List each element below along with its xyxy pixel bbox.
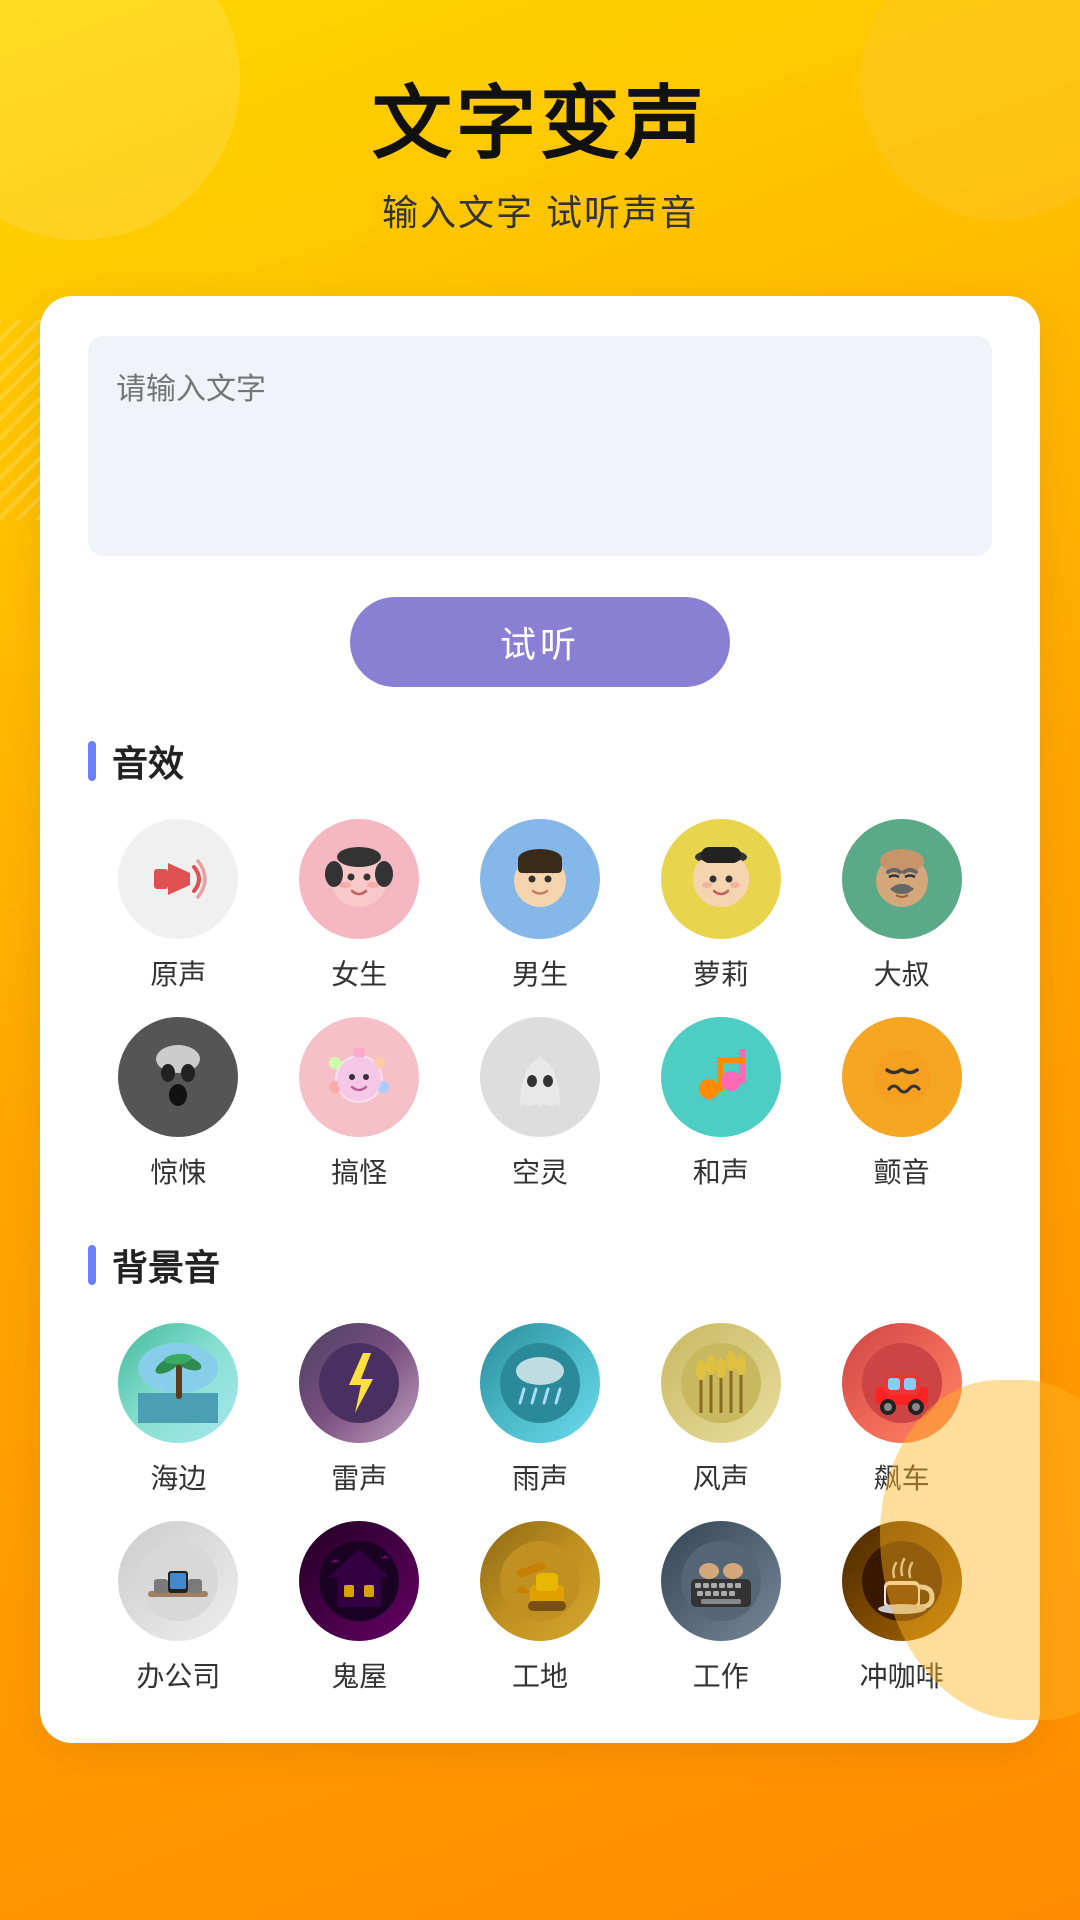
effect-label-gaogui: 搞怪 [331, 1151, 387, 1191]
effect-item-moli[interactable]: 萝莉 [630, 819, 811, 993]
bg-icon-piaoche [842, 1323, 962, 1443]
effect-item-yuansheng[interactable]: 原声 [88, 819, 269, 993]
effect-icon-nansheng [480, 819, 600, 939]
bg-icon-bangongs [118, 1521, 238, 1641]
effect-icon-hesheng [661, 1017, 781, 1137]
effect-icon-kongling [480, 1017, 600, 1137]
bg-label-fengs: 风声 [693, 1457, 749, 1497]
text-input[interactable] [88, 336, 992, 556]
bg-icon-gongdi [480, 1521, 600, 1641]
bg-icon-yus [480, 1323, 600, 1443]
bg-icon-kafei [842, 1521, 962, 1641]
bg-item-leis[interactable]: 雷声 [269, 1323, 450, 1497]
effect-icon-chanyin [842, 1017, 962, 1137]
effect-label-nusheng: 女生 [331, 953, 387, 993]
bg-label-yus: 雨声 [512, 1457, 568, 1497]
effect-item-kongling[interactable]: 空灵 [450, 1017, 631, 1191]
bg-section-title-bar [88, 1245, 96, 1285]
main-card: 试听 音效 原声 [40, 296, 1040, 1743]
effect-label-hesheng: 和声 [693, 1151, 749, 1191]
bg-item-yus[interactable]: 雨声 [450, 1323, 631, 1497]
bg-label-leis: 雷声 [331, 1457, 387, 1497]
bg-label-piaoche: 飙车 [874, 1457, 930, 1497]
page-title: 文字变声 [40, 80, 1040, 168]
effect-label-chanyin: 颤音 [874, 1151, 930, 1191]
bg-item-bangongs[interactable]: 办公司 [88, 1521, 269, 1695]
listen-button[interactable]: 试听 [350, 597, 730, 687]
bg-item-haibo[interactable]: 海边 [88, 1323, 269, 1497]
page-subtitle: 输入文字 试听声音 [40, 184, 1040, 236]
bg-label-guiwu: 鬼屋 [331, 1655, 387, 1695]
effect-item-gaogui[interactable]: 搞怪 [269, 1017, 450, 1191]
bg-label-gongzuo: 工作 [693, 1655, 749, 1695]
effect-item-chanyin[interactable]: 颤音 [811, 1017, 992, 1191]
effect-icon-dashu [842, 819, 962, 939]
bg-icon-fengs [661, 1323, 781, 1443]
effect-icon-jingsu [118, 1017, 238, 1137]
effect-item-dashu[interactable]: 大叔 [811, 819, 992, 993]
effect-item-nansheng[interactable]: 男生 [450, 819, 631, 993]
effect-label-yuansheng: 原声 [150, 953, 206, 993]
section-title-bar [88, 741, 96, 781]
effect-label-kongling: 空灵 [512, 1151, 568, 1191]
bg-item-gongzuo[interactable]: 工作 [630, 1521, 811, 1695]
bg-item-gongdi[interactable]: 工地 [450, 1521, 631, 1695]
effect-item-jingsu[interactable]: 惊悚 [88, 1017, 269, 1191]
bg-sounds-section-title: 背景音 [88, 1239, 992, 1291]
effect-label-moli: 萝莉 [693, 953, 749, 993]
bg-icon-guiwu [299, 1521, 419, 1641]
header: 文字变声 输入文字 试听声音 [0, 0, 1080, 276]
bg-label-haibo: 海边 [150, 1457, 206, 1497]
effect-label-dashu: 大叔 [874, 953, 930, 993]
effect-icon-nusheng [299, 819, 419, 939]
effect-label-jingsu: 惊悚 [150, 1151, 206, 1191]
bg-label-gongdi: 工地 [512, 1655, 568, 1695]
bg-sounds-grid: 海边 雷声 [88, 1323, 992, 1695]
bg-item-guiwu[interactable]: 鬼屋 [269, 1521, 450, 1695]
effect-icon-yuansheng [118, 819, 238, 939]
bg-icon-haibo [118, 1323, 238, 1443]
bg-item-fengs[interactable]: 风声 [630, 1323, 811, 1497]
effect-icon-moli [661, 819, 781, 939]
bg-label-kafei: 冲咖啡 [860, 1655, 944, 1695]
bg-item-kafei[interactable]: 冲咖啡 [811, 1521, 992, 1695]
bg-icon-leis [299, 1323, 419, 1443]
effect-icon-gaogui [299, 1017, 419, 1137]
effect-item-hesheng[interactable]: 和声 [630, 1017, 811, 1191]
bg-icon-gongzuo [661, 1521, 781, 1641]
effect-item-nusheng[interactable]: 女生 [269, 819, 450, 993]
bg-item-piaoche[interactable]: 飙车 [811, 1323, 992, 1497]
bg-label-bangongs: 办公司 [136, 1655, 220, 1695]
effect-label-nansheng: 男生 [512, 953, 568, 993]
sound-effects-section-title: 音效 [88, 735, 992, 787]
sound-effects-grid: 原声 [88, 819, 992, 1191]
